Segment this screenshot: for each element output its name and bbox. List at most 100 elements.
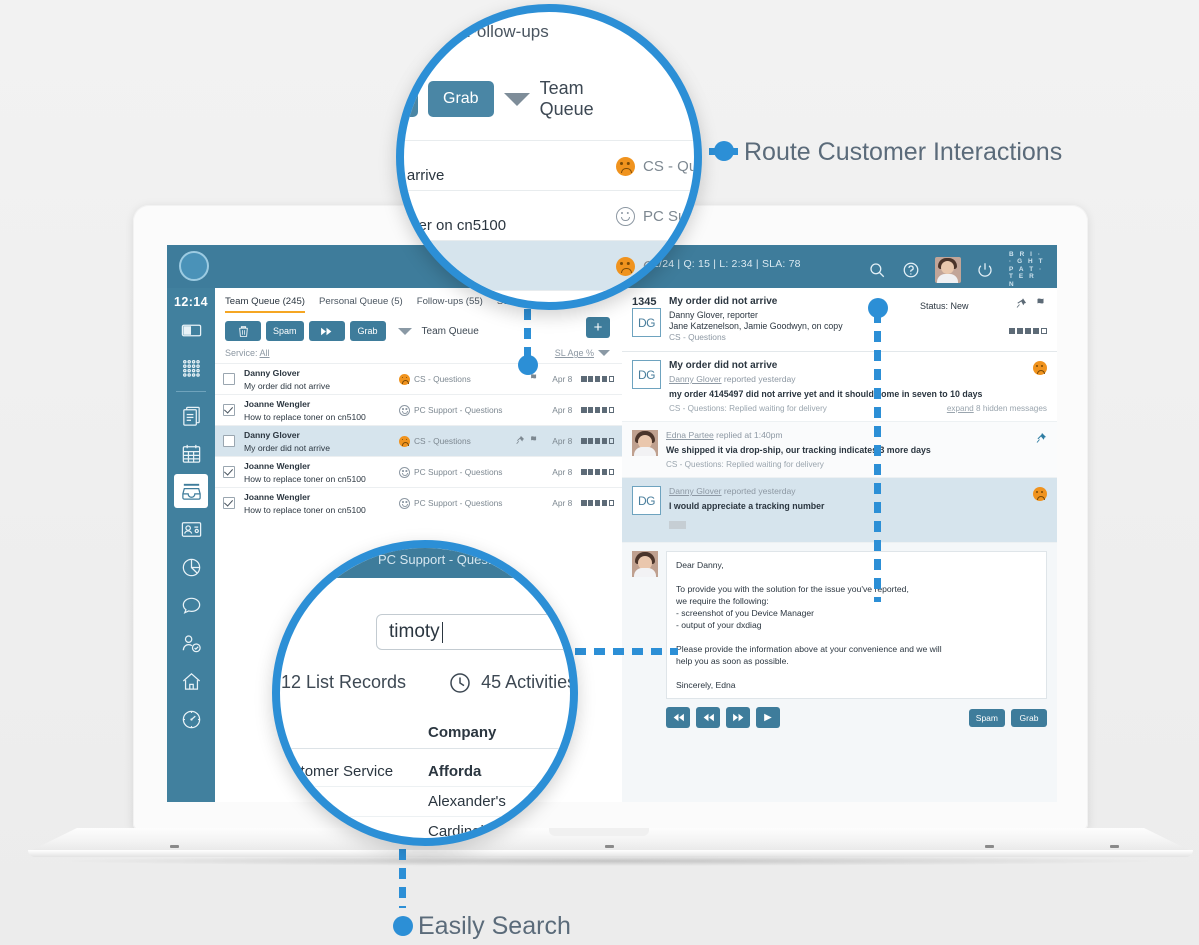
connector-dot-bottom xyxy=(393,916,413,936)
queue-selector-label[interactable]: Team Queue xyxy=(422,326,479,337)
flag-icon[interactable] xyxy=(529,432,539,450)
chevron-down-icon[interactable] xyxy=(503,92,530,106)
row-checkbox[interactable] xyxy=(223,466,235,478)
sidebar-item-contacts[interactable] xyxy=(174,512,208,546)
reply-all-button[interactable] xyxy=(696,707,720,728)
add-button[interactable]: + xyxy=(586,317,610,338)
message-item[interactable]: DG Danny Glover reported yesterday I would… xyxy=(622,478,1057,543)
sidebar-item-inbox[interactable] xyxy=(174,474,208,508)
grab-button[interactable]: Grab xyxy=(349,321,386,341)
agent-status-avatar[interactable] xyxy=(179,251,209,281)
grab-button[interactable]: Grab xyxy=(1011,708,1047,727)
message-author: Edna Partee replied at 1:40pm xyxy=(666,430,783,440)
neutral-face-icon xyxy=(399,497,410,509)
sad-face-icon xyxy=(399,435,410,447)
pin-icon[interactable] xyxy=(1035,431,1047,449)
message-body: My order did not arrive Danny Glover repo… xyxy=(669,360,1047,413)
message-text: I would appreciate a tracking number xyxy=(669,501,825,511)
author-link[interactable]: Danny Glover xyxy=(669,486,722,496)
forward-button[interactable] xyxy=(308,321,345,341)
text-cursor xyxy=(441,621,444,643)
avatar: DG xyxy=(632,308,661,337)
mz-queue-selector[interactable]: Team Queue xyxy=(540,78,594,120)
detail-panel: 1345 DG My order did not arrive Danny Gl… xyxy=(622,288,1057,802)
tab-team-queue[interactable]: Team Queue (245) xyxy=(225,296,305,313)
cell-company: Cardinal Stores xyxy=(428,822,532,840)
table-row[interactable]: Joanne Wengler How to replace toner on cn… xyxy=(215,456,622,487)
row-checkbox[interactable] xyxy=(223,435,235,447)
bz-tab-activities[interactable]: 45 Activities xyxy=(448,671,570,703)
pin-icon[interactable] xyxy=(1015,296,1027,314)
message-disposition: CS - Questions: Replied waiting for deli… xyxy=(669,404,827,413)
user-avatar[interactable] xyxy=(935,256,961,283)
transfer-button[interactable] xyxy=(756,707,780,728)
power-icon[interactable] xyxy=(975,260,995,280)
help-icon[interactable] xyxy=(901,260,921,280)
delete-button[interactable] xyxy=(225,321,261,341)
sidebar-item-toggle[interactable] xyxy=(174,313,208,347)
flag-icon[interactable] xyxy=(1035,296,1047,314)
chevron-down-icon[interactable] xyxy=(397,327,412,335)
mz-table-row[interactable]: verid not arrive CS - Questions xyxy=(398,140,698,191)
row-checkbox[interactable] xyxy=(223,404,235,416)
annotation-search: Easily Search xyxy=(418,912,571,940)
search-input[interactable]: timoty xyxy=(376,614,570,650)
app-sidebar: 12:14 xyxy=(167,288,215,802)
row-checkbox[interactable] xyxy=(223,497,235,509)
mz-table-row[interactable]: ot arrive CS - Questio xyxy=(404,240,694,291)
message-item[interactable]: DG My order did not arrive Danny Glover re… xyxy=(622,352,1057,422)
service-filter-value[interactable]: All xyxy=(260,348,270,358)
table-row[interactable]: Alexander's510-979-3374 xyxy=(280,786,570,817)
sidebar-item-home[interactable] xyxy=(174,664,208,698)
message-author: Danny Glover reported yesterday xyxy=(669,486,796,496)
row-service: CS - Questions xyxy=(399,435,505,447)
mz-forward-button[interactable] xyxy=(404,81,418,117)
message-text: my order 4145497 did not arrive yet and … xyxy=(669,389,983,399)
sidebar-item-chat[interactable] xyxy=(174,588,208,622)
sidebar-item-calendar[interactable] xyxy=(174,436,208,470)
row-service: PC Support - Questions xyxy=(399,497,505,509)
table-row[interactable]: Danny Glover My order did not arrive CS - … xyxy=(215,425,622,456)
column-header-title: le xyxy=(280,724,428,741)
mz-grab-button[interactable]: Grab xyxy=(428,81,494,117)
avatar: DG xyxy=(632,486,661,515)
redacted-block xyxy=(669,521,686,529)
tab-personal-queue[interactable]: Personal Queue (5) xyxy=(319,296,403,313)
expand-hidden-messages[interactable]: expand 8 hidden messages xyxy=(947,404,1047,413)
forward-button[interactable] xyxy=(726,707,750,728)
row-checkbox[interactable] xyxy=(223,373,235,385)
service-filter[interactable]: Service: All xyxy=(225,348,270,358)
queue-list: Danny Glover My order did not arrive CS - … xyxy=(215,363,622,518)
pin-icon[interactable] xyxy=(515,432,525,450)
mz-tab-personal-queue[interactable]: Queue (5) xyxy=(404,22,443,42)
row-priority xyxy=(581,500,614,506)
row-date: Apr 8 xyxy=(552,436,573,446)
sidebar-item-documents[interactable] xyxy=(174,398,208,432)
author-link[interactable]: Edna Partee xyxy=(666,430,714,440)
sidebar-item-reports[interactable] xyxy=(174,550,208,584)
mz-table-row[interactable]: nglerlace toner on cn5100 PC Support - Q xyxy=(404,190,694,241)
message-item[interactable]: Edna Partee replied at 1:40pm We shipped … xyxy=(622,422,1057,478)
message-disposition: CS - Questions: Replied waiting for deli… xyxy=(666,460,824,469)
author-link[interactable]: Danny Glover xyxy=(669,374,722,384)
bz-tab-list-records[interactable]: 12 List Records xyxy=(280,671,406,703)
sidebar-item-dashboard[interactable] xyxy=(174,702,208,736)
sort-selector[interactable]: SL Age % xyxy=(555,348,610,358)
mz-row-subject: id not arrive xyxy=(398,167,445,184)
table-row[interactable]: Danny Glover My order did not arrive CS - … xyxy=(215,363,622,394)
compose-input[interactable]: Dear Danny, To provide you with the solu… xyxy=(666,551,1047,699)
sidebar-item-agents[interactable] xyxy=(174,626,208,660)
mz-row-service-label: CS - Questions xyxy=(643,157,698,175)
mz-row-main: ot arrive xyxy=(404,256,616,276)
search-icon[interactable] xyxy=(867,260,887,280)
spam-button[interactable]: Spam xyxy=(266,321,304,341)
table-row[interactable]: ctor of Customer ServiceAfforda773-522-5… xyxy=(280,756,570,787)
mz-tab-follow-ups[interactable]: Follow-ups xyxy=(467,22,549,42)
table-row[interactable]: Joanne Wengler How to replace toner on cn… xyxy=(215,487,622,518)
status-badge: Status: New xyxy=(920,301,969,311)
reply-button[interactable] xyxy=(666,707,690,728)
row-service-label: PC Support - Questions xyxy=(414,498,503,508)
table-row[interactable]: Joanne Wengler How to replace toner on cn… xyxy=(215,394,622,425)
sidebar-item-keypad[interactable] xyxy=(174,351,208,385)
spam-button[interactable]: Spam xyxy=(968,708,1005,727)
